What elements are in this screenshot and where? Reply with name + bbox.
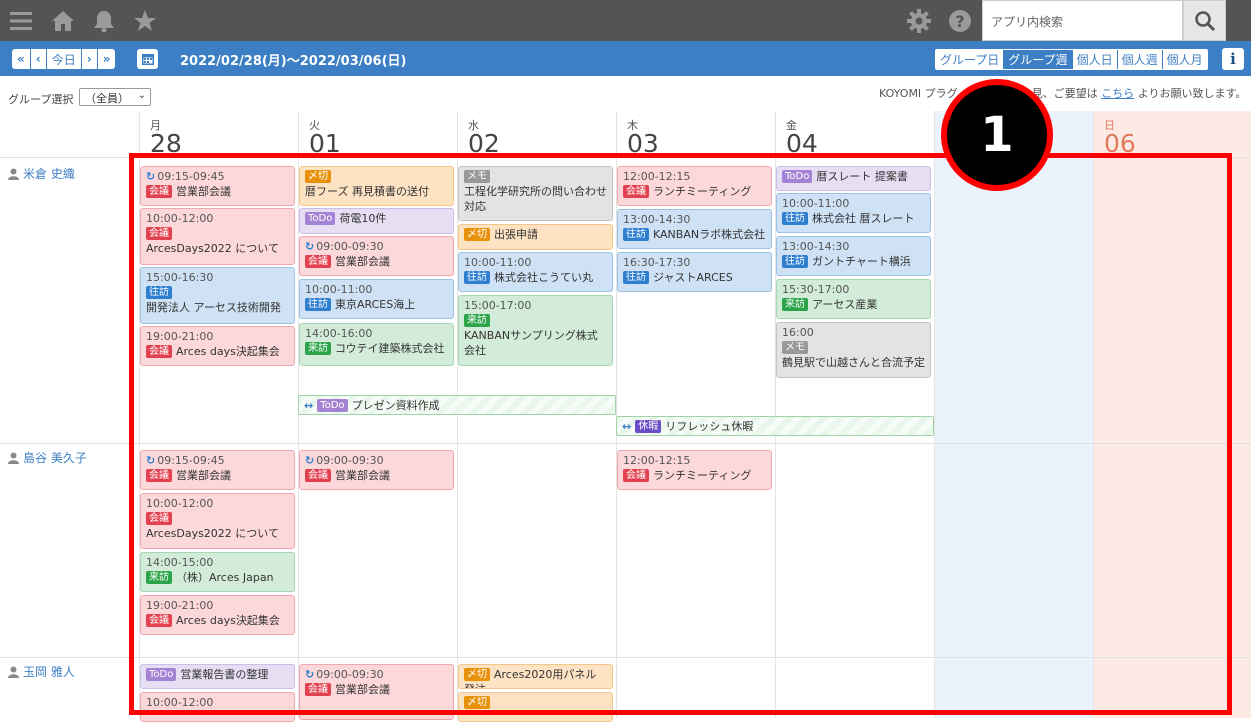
view-personal-month[interactable]: 個人月	[1163, 50, 1207, 69]
person-row-1[interactable]: 米倉 史織	[8, 165, 75, 182]
search-button[interactable]	[1183, 0, 1226, 41]
group-select[interactable]: （全員） ⌄	[79, 88, 151, 106]
home-icon[interactable]	[50, 8, 76, 34]
search-icon	[1194, 10, 1215, 31]
top-bar: ? アプリ内検索	[0, 0, 1251, 41]
notice-text-3: よりお願い致します。	[1137, 87, 1247, 100]
chevron-down-icon: ⌄	[137, 90, 146, 101]
step-number-badge: 1	[941, 79, 1053, 191]
person-row-3[interactable]: 玉岡 雅人	[8, 663, 75, 680]
view-personal-week[interactable]: 個人週	[1118, 50, 1163, 69]
user-icon	[8, 168, 19, 180]
view-group-week[interactable]: グループ週	[1004, 50, 1073, 69]
today-button[interactable]: 今日	[47, 49, 82, 69]
search-input[interactable]: アプリ内検索	[982, 0, 1183, 41]
gear-icon[interactable]	[906, 8, 932, 34]
feedback-link[interactable]: こちら	[1101, 87, 1134, 100]
next-day-button[interactable]: ›	[82, 49, 98, 69]
svg-text:?: ?	[955, 12, 964, 31]
user-icon	[8, 666, 19, 678]
view-personal-day[interactable]: 個人日	[1073, 50, 1118, 69]
prev-week-button[interactable]: «	[12, 49, 31, 69]
next-week-button[interactable]: »	[98, 49, 116, 69]
person-row-2[interactable]: 島谷 美久子	[8, 449, 87, 466]
notice-text: KOYOMI プラグ	[879, 87, 958, 100]
person-name: 玉岡 雅人	[23, 665, 75, 679]
menu-icon[interactable]	[8, 8, 34, 34]
group-select-label: グループ選択	[8, 93, 74, 106]
nav-bar: « ‹ 今日 › » 2022/02/28(月)～2022/03/06(日) グ…	[0, 41, 1251, 76]
calendar-picker-button[interactable]	[137, 49, 158, 69]
plugin-notice: KOYOMI プラグ 見、ご要望は こちら よりお願い致します。	[879, 85, 1246, 101]
prev-day-button[interactable]: ‹	[31, 49, 47, 69]
view-group-day[interactable]: グループ日	[936, 50, 1005, 69]
highlight-frame	[129, 153, 1232, 715]
person-name: 米倉 史織	[23, 167, 75, 181]
calendar-icon	[141, 54, 154, 65]
bell-icon[interactable]	[91, 8, 117, 34]
view-switcher: グループ日 グループ週 個人日 個人週 個人月	[935, 49, 1208, 70]
notice-text-2: 見、ご要望は	[1031, 87, 1098, 100]
group-select-value: （全員）	[85, 92, 129, 105]
help-icon[interactable]: ?	[947, 8, 973, 34]
info-button[interactable]: i	[1222, 48, 1244, 70]
date-range-title: 2022/02/28(月)～2022/03/06(日)	[180, 54, 407, 69]
star-icon[interactable]	[132, 8, 158, 34]
user-icon	[8, 452, 19, 464]
person-name: 島谷 美久子	[23, 451, 87, 465]
date-nav: « ‹ 今日 › »	[12, 49, 116, 69]
